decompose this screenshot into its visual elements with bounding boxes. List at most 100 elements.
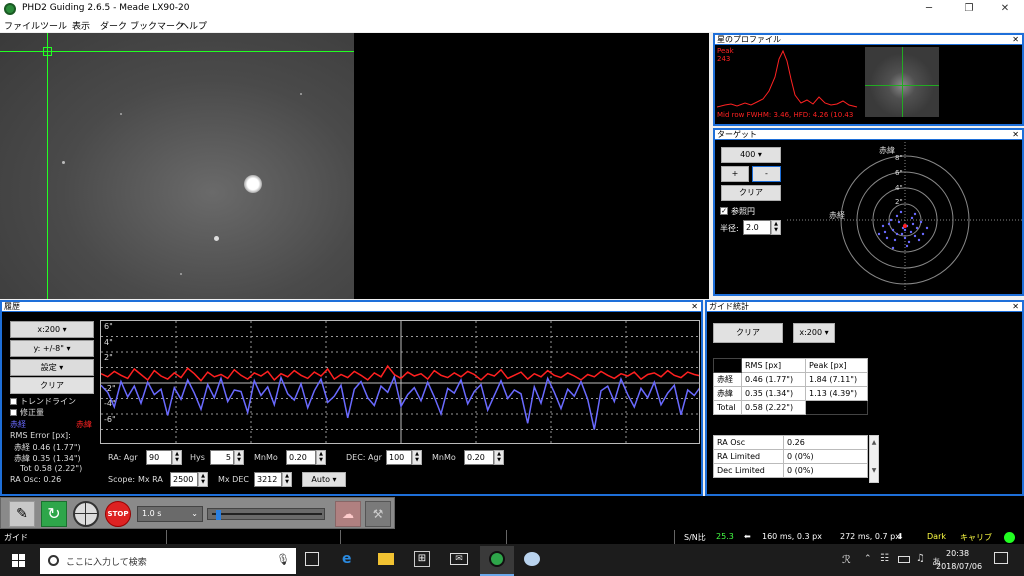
menu-help[interactable]: ヘルプ: [180, 19, 207, 32]
edge-icon[interactable]: e: [342, 551, 352, 567]
history-settings-select[interactable]: 設定 ▾: [10, 359, 94, 376]
correction-checkbox[interactable]: [10, 409, 17, 416]
people-icon[interactable]: ℛ: [842, 553, 851, 566]
dec-mnmo-input[interactable]: 0.20: [464, 450, 494, 465]
stats-xscale-select[interactable]: x:200 ▾: [793, 323, 835, 343]
star-small: [120, 113, 122, 115]
stats-row-rms: 0.58 (2.22"): [741, 400, 806, 415]
menu-bookmarks[interactable]: ブックマーク: [130, 19, 184, 32]
loop-exposure-icon[interactable]: ✎: [9, 501, 35, 527]
microphone-icon[interactable]: 🎙: [276, 553, 290, 566]
dec-mode-value: Auto: [311, 475, 330, 484]
bright-star: [244, 175, 262, 193]
ra-mnmo-spinner[interactable]: ▲ ▼: [316, 450, 326, 465]
zoom-select[interactable]: 400 ▾: [721, 147, 781, 163]
mx-dec-spinner[interactable]: ▲ ▼: [282, 472, 292, 487]
stats-row-peak: 1.13 (4.39"): [805, 386, 868, 401]
menu-dark[interactable]: ダーク: [100, 19, 127, 32]
close-icon[interactable]: ✕: [691, 302, 698, 312]
close-button[interactable]: ✕: [986, 0, 1024, 18]
dec-agr-spinner[interactable]: ▲ ▼: [412, 450, 422, 465]
guide-stats-header: ガイド統計 ✕: [707, 302, 1022, 312]
stats-clear-button[interactable]: クリア: [713, 323, 783, 343]
osc-row-label: RA Limited: [713, 449, 784, 464]
zoom-out-button[interactable]: -: [752, 166, 781, 182]
hys-spinner[interactable]: ▲ ▼: [234, 450, 244, 465]
trendline-checkbox[interactable]: [10, 398, 17, 405]
history-xscale-select[interactable]: x:200 ▾: [10, 321, 94, 338]
network-icon[interactable]: ☷: [880, 553, 889, 564]
status-mode: ガイド: [4, 533, 28, 542]
close-icon[interactable]: ✕: [1012, 130, 1019, 140]
ref-circle-checkbox[interactable]: ✓: [720, 207, 728, 215]
slider-thumb[interactable]: [216, 510, 221, 520]
dec-mode-select[interactable]: Auto ▾: [302, 472, 346, 487]
windows-start-icon[interactable]: [12, 554, 26, 568]
osc-scrollbar[interactable]: ▲ ▼: [869, 435, 879, 483]
ra-agr-spinner[interactable]: ▲ ▼: [172, 450, 182, 465]
paint-icon[interactable]: [524, 552, 540, 566]
star-thumbnail: [865, 47, 939, 117]
ra-mnmo-input[interactable]: 0.20: [286, 450, 316, 465]
guide-icon[interactable]: [73, 501, 99, 527]
zoom-value: 400: [740, 150, 756, 159]
ra-pulse: 160 ms, 0.3 px: [762, 532, 822, 541]
gamma-slider[interactable]: [207, 508, 325, 520]
clock-time[interactable]: 20:38: [946, 549, 969, 558]
dec-mnmo-spinner[interactable]: ▲ ▼: [494, 450, 504, 465]
thumbnail-crosshair-h: [865, 85, 939, 86]
phd2-app-icon: [4, 3, 16, 15]
mail-icon[interactable]: ✉: [450, 553, 468, 565]
yscale-value: y: +/-8": [33, 344, 64, 353]
task-view-icon[interactable]: [305, 552, 319, 566]
ra-agr-input[interactable]: 90: [146, 450, 172, 465]
menu-tools[interactable]: ツール: [40, 19, 67, 32]
dark-indicator: Dark: [927, 532, 946, 541]
close-icon[interactable]: ✕: [1012, 35, 1019, 45]
radius-input[interactable]: 2.0: [743, 220, 771, 235]
zoom-in-button[interactable]: +: [721, 166, 749, 182]
phd2-taskbar-icon: [489, 551, 505, 567]
phd2-taskbar-item[interactable]: [480, 546, 514, 576]
minimize-button[interactable]: ─: [910, 0, 948, 18]
volume-icon[interactable]: ♫: [916, 553, 925, 564]
radius-spinner[interactable]: ▲ ▼: [771, 220, 781, 235]
history-yscale-select[interactable]: y: +/-8" ▾: [10, 340, 94, 357]
menu-view[interactable]: 表示: [72, 19, 90, 32]
target-header: ターゲット ✕: [715, 130, 1022, 140]
exposure-select[interactable]: 1.0 s ⌄: [137, 506, 203, 522]
toolbar: ✎ ↻ STOP 1.0 s ⌄ ☁ ⚒: [0, 497, 395, 529]
mx-ra-spinner[interactable]: ▲ ▼: [198, 472, 208, 487]
slider-track: [212, 513, 322, 515]
history-clear-button[interactable]: クリア: [10, 377, 94, 394]
notification-icon[interactable]: [994, 552, 1008, 564]
close-icon[interactable]: ✕: [1012, 302, 1019, 312]
maximize-button[interactable]: ❐: [950, 0, 988, 18]
dec-agr-input[interactable]: 100: [386, 450, 412, 465]
loop-icon[interactable]: ↻: [41, 501, 67, 527]
fwhm-text: Mid row FWHM: 3.46, HFD: 4.26 (10.43: [717, 111, 854, 119]
window-title: PHD2 Guiding 2.6.5 - Meade LX90-20: [22, 3, 190, 13]
osc-row-value: 0 (0%): [783, 449, 868, 464]
rms-dec: 赤緯 0.35 (1.34"): [14, 454, 81, 463]
stats-row-peak: 1.84 (7.11"): [805, 372, 868, 387]
tools-icon[interactable]: ⚒: [365, 501, 391, 527]
star-profile-panel: 星のプロファイル ✕ Peak 243 Mid row FWHM: 3.46, …: [713, 33, 1024, 126]
camera-view[interactable]: [0, 33, 709, 299]
chevron-up-icon[interactable]: ⌃: [864, 554, 872, 564]
clock-date[interactable]: 2018/07/06: [936, 562, 982, 571]
hys-input[interactable]: 5: [210, 450, 234, 465]
stop-icon[interactable]: STOP: [105, 501, 131, 527]
ring-label-8: 8": [895, 154, 903, 162]
target-clear-button[interactable]: クリア: [721, 185, 781, 201]
crosshair-horizontal: [0, 51, 354, 52]
brain-icon[interactable]: ☁: [335, 501, 361, 527]
battery-icon[interactable]: [898, 556, 910, 563]
mx-ra-input[interactable]: 2500: [170, 472, 198, 487]
menu-file[interactable]: ファイル: [4, 19, 40, 32]
file-explorer-icon[interactable]: [378, 553, 394, 565]
store-icon[interactable]: ⊞: [414, 551, 430, 567]
star-small: [214, 236, 219, 241]
taskbar-search-box[interactable]: ここに入力して検索 🎙: [40, 548, 296, 574]
mx-dec-input[interactable]: 3212: [254, 472, 282, 487]
